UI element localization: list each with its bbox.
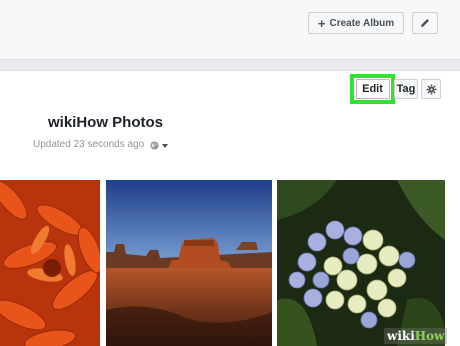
wikihow-watermark: wikiHow — [384, 328, 448, 344]
pencil-icon — [421, 19, 429, 27]
photo-orange-dahlia[interactable] — [0, 180, 100, 346]
chevron-down-icon — [162, 143, 168, 148]
photo-desert-butte[interactable] — [106, 180, 272, 346]
updated-timestamp: Updated 23 seconds ago — [33, 139, 145, 150]
privacy-selector[interactable] — [150, 141, 168, 150]
edit-button[interactable]: Edit — [355, 79, 390, 99]
settings-button[interactable] — [421, 79, 441, 99]
gear-icon — [426, 84, 436, 94]
watermark-how: How — [414, 329, 445, 343]
album-title: wikiHow Photos — [48, 114, 164, 131]
photo-hydrangea[interactable] — [277, 180, 445, 346]
create-album-button[interactable]: + Create Album — [308, 12, 404, 34]
plus-icon: + — [317, 15, 326, 31]
globe-icon — [150, 141, 159, 150]
edit-highlight-box: Edit — [350, 74, 395, 104]
watermark-wiki: wiki — [387, 329, 415, 343]
edit-album-pencil-button[interactable] — [412, 12, 438, 34]
create-album-label: Create Album — [329, 17, 395, 29]
tag-button[interactable]: Tag — [394, 79, 418, 99]
